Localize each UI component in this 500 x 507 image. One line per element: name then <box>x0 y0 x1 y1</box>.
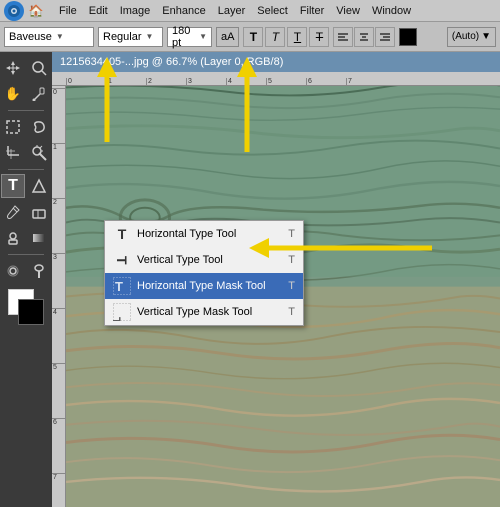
crop-tool[interactable] <box>1 141 25 165</box>
main-area: ✋ <box>0 52 500 507</box>
text-color-swatch[interactable] <box>399 28 417 46</box>
underline-text-btn[interactable]: T <box>287 27 307 47</box>
auto-button[interactable]: (Auto) ▼ <box>447 27 496 47</box>
tool-row-1 <box>1 56 51 80</box>
tool-dropdown-menu: T Horizontal Type Tool T T Vertical Type… <box>104 220 304 326</box>
image-title: 1215634405-...jpg @ 66.7% (Layer 0, RGB/… <box>60 56 283 68</box>
vertical-type-label: Vertical Type Tool <box>137 254 282 266</box>
ruler-tick-5: 5 <box>266 78 306 85</box>
antialiasing-button[interactable]: aA <box>216 27 239 47</box>
horizontal-type-shortcut: T <box>288 228 295 240</box>
tool-row-5 <box>1 200 51 224</box>
horizontal-type-label: Horizontal Type Tool <box>137 228 282 240</box>
toolbar-divider-2 <box>8 169 44 170</box>
toolbar-divider-3 <box>8 254 44 255</box>
horizontal-type-mask-shortcut: T <box>288 280 295 292</box>
menu-file[interactable]: File <box>54 0 82 22</box>
vertical-type-shortcut: T <box>288 254 295 266</box>
blur-tool[interactable] <box>1 259 25 283</box>
font-style-dropdown[interactable]: Regular ▼ <box>98 27 163 47</box>
tool-row-type: T <box>1 174 51 198</box>
shape-tool[interactable] <box>27 174 51 198</box>
ruler-tick-0: 0 <box>66 78 106 85</box>
strikethrough-text-btn[interactable]: T <box>309 27 329 47</box>
tool-row-4 <box>1 141 51 165</box>
home-icon[interactable]: 🏠 <box>26 1 46 21</box>
ruler-tick-6: 6 <box>306 78 346 85</box>
horizontal-type-mask-icon: T <box>113 277 131 295</box>
svg-text:T: T <box>115 279 123 294</box>
dodge-tool[interactable] <box>27 259 51 283</box>
align-group <box>333 27 395 47</box>
align-right-btn[interactable] <box>375 27 395 47</box>
dropdown-item-horizontal-type[interactable]: T Horizontal Type Tool T <box>105 221 303 247</box>
lasso-tool[interactable] <box>27 115 51 139</box>
gradient-tool[interactable] <box>27 226 51 250</box>
vertical-type-icon: T <box>113 251 131 269</box>
menu-layer[interactable]: Layer <box>213 0 251 22</box>
font-name-dropdown[interactable]: Baveuse ▼ <box>4 27 94 47</box>
background-color[interactable] <box>18 299 44 325</box>
menu-image[interactable]: Image <box>115 0 156 22</box>
dropdown-item-vertical-type[interactable]: T Vertical Type Tool T <box>105 247 303 273</box>
menu-view[interactable]: View <box>331 0 365 22</box>
app-icon <box>4 1 24 21</box>
align-center-btn[interactable] <box>354 27 374 47</box>
tool-row-3 <box>1 115 51 139</box>
move-tool[interactable] <box>1 56 25 80</box>
text-style-group: T T T T <box>243 27 329 47</box>
toolbar-divider-1 <box>8 110 44 111</box>
ruler-tick-4: 4 <box>226 78 266 85</box>
tool-row-2: ✋ <box>1 82 51 106</box>
horizontal-type-icon: T <box>113 225 131 243</box>
font-size-dropdown[interactable]: 180 pt ▼ <box>167 27 212 47</box>
toolbar: ✋ <box>0 52 52 507</box>
color-swatches[interactable] <box>8 289 44 325</box>
menu-edit[interactable]: Edit <box>84 0 113 22</box>
stamp-tool[interactable] <box>1 226 25 250</box>
canvas-area: 1215634405-...jpg @ 66.7% (Layer 0, RGB/… <box>52 52 500 507</box>
ruler-tick-2: 2 <box>146 78 186 85</box>
font-size-arrow: ▼ <box>199 32 207 41</box>
app-icons: 🏠 <box>4 1 46 21</box>
dropdown-item-horizontal-type-mask[interactable]: T Horizontal Type Mask Tool T <box>105 273 303 299</box>
dropdown-item-vertical-type-mask[interactable]: T Vertical Type Mask Tool T <box>105 299 303 325</box>
hand-tool[interactable]: ✋ <box>1 82 25 106</box>
options-bar: Baveuse ▼ Regular ▼ 180 pt ▼ aA T T T T … <box>0 22 500 52</box>
zoom-tool[interactable] <box>27 56 51 80</box>
menu-bar: 🏠 File Edit Image Enhance Layer Select F… <box>0 0 500 22</box>
horizontal-type-mask-label: Horizontal Type Mask Tool <box>137 280 282 292</box>
vertical-type-mask-label: Vertical Type Mask Tool <box>137 306 282 318</box>
svg-text:T: T <box>113 317 124 321</box>
image-titlebar: 1215634405-...jpg @ 66.7% (Layer 0, RGB/… <box>52 52 500 72</box>
font-name-arrow: ▼ <box>56 32 64 41</box>
menu-filter[interactable]: Filter <box>295 0 329 22</box>
tool-row-6 <box>1 226 51 250</box>
align-left-btn[interactable] <box>333 27 353 47</box>
menu-window[interactable]: Window <box>367 0 416 22</box>
auto-arrow: ▼ <box>481 31 491 42</box>
selection-tool[interactable] <box>1 115 25 139</box>
ruler-top: 0 1 2 3 4 5 6 7 <box>52 72 500 86</box>
italic-text-btn[interactable]: T <box>265 27 285 47</box>
font-style-arrow: ▼ <box>146 32 154 41</box>
vertical-type-mask-icon: T <box>113 303 131 321</box>
type-tool[interactable]: T <box>1 174 25 198</box>
ruler-tick-3: 3 <box>186 78 226 85</box>
ruler-tick-7: 7 <box>346 78 386 85</box>
vertical-type-mask-shortcut: T <box>288 306 295 318</box>
menu-select[interactable]: Select <box>252 0 293 22</box>
ruler-tick-container: 0 1 2 3 4 5 6 7 <box>66 72 386 85</box>
tool-row-7 <box>1 259 51 283</box>
magic-wand-tool[interactable] <box>27 141 51 165</box>
bold-text-btn[interactable]: T <box>243 27 263 47</box>
brush-tool[interactable] <box>1 200 25 224</box>
ruler-left: 0 1 2 3 4 5 6 7 <box>52 86 66 507</box>
menu-enhance[interactable]: Enhance <box>157 0 210 22</box>
eraser-tool[interactable] <box>27 200 51 224</box>
eyedropper-tool[interactable] <box>27 82 51 106</box>
ruler-tick-1: 1 <box>106 78 146 85</box>
